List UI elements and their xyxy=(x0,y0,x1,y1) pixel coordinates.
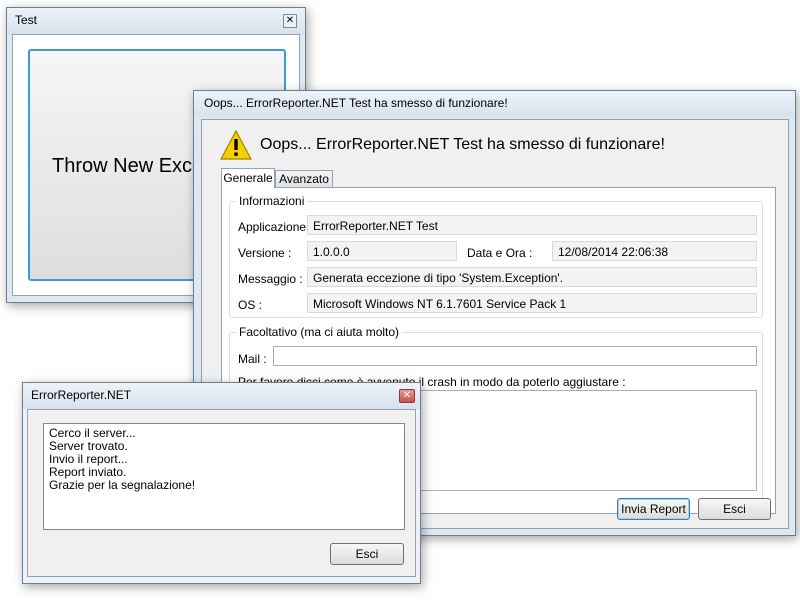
exit-button[interactable]: Esci xyxy=(698,498,771,520)
progress-dialog-client: Cerco il server... Server trovato. Invio… xyxy=(27,409,416,577)
info-group-title: Informazioni xyxy=(236,194,308,208)
error-header-title: Oops... ErrorReporter.NET Test ha smesso… xyxy=(260,136,665,153)
progress-dialog: ErrorReporter.NET ✕ Cerco il server... S… xyxy=(22,382,421,584)
test-window-title: Test xyxy=(15,13,38,27)
application-label: Applicazione : xyxy=(238,220,313,234)
progress-dialog-title: ErrorReporter.NET xyxy=(31,388,132,402)
progress-dialog-titlebar[interactable]: ErrorReporter.NET xyxy=(23,383,420,409)
message-label: Messaggio : xyxy=(238,272,303,286)
optional-group-title: Facoltativo (ma ci aiuta molto) xyxy=(236,325,403,339)
datetime-label: Data e Ora : xyxy=(467,246,533,260)
tab-avanzato-label: Avanzato xyxy=(279,172,329,186)
progress-dialog-close-button[interactable]: ✕ xyxy=(399,389,415,403)
progress-log-box: Cerco il server... Server trovato. Invio… xyxy=(43,423,405,530)
version-label: Versione : xyxy=(238,246,292,260)
close-icon: ✕ xyxy=(285,15,295,26)
tab-generale[interactable]: Generale xyxy=(221,168,275,188)
progress-exit-button[interactable]: Esci xyxy=(330,543,404,565)
os-label: OS : xyxy=(238,298,263,312)
tab-generale-label: Generale xyxy=(223,171,273,185)
mail-label: Mail : xyxy=(238,352,267,366)
os-field: Microsoft Windows NT 6.1.7601 Service Pa… xyxy=(307,293,757,313)
mail-input[interactable] xyxy=(273,346,757,366)
datetime-field: 12/08/2014 22:06:38 xyxy=(552,241,757,261)
tab-avanzato[interactable]: Avanzato xyxy=(275,170,333,188)
test-window-close-button[interactable]: ✕ xyxy=(283,14,297,28)
log-line: Grazie per la segnalazione! xyxy=(49,478,196,492)
version-field: 1.0.0.0 xyxy=(307,241,457,261)
close-icon: ✕ xyxy=(402,390,412,401)
application-field: ErrorReporter.NET Test xyxy=(307,215,757,235)
error-dialog-title: Oops... ErrorReporter.NET Test ha smesso… xyxy=(204,96,508,110)
send-report-button[interactable]: Invia Report xyxy=(617,498,690,520)
message-field: Generata eccezione di tipo 'System.Excep… xyxy=(307,267,757,287)
warning-icon xyxy=(219,129,253,160)
error-dialog-titlebar[interactable]: Oops... ErrorReporter.NET Test ha smesso… xyxy=(194,91,795,117)
test-window-titlebar[interactable]: Test xyxy=(7,8,305,34)
